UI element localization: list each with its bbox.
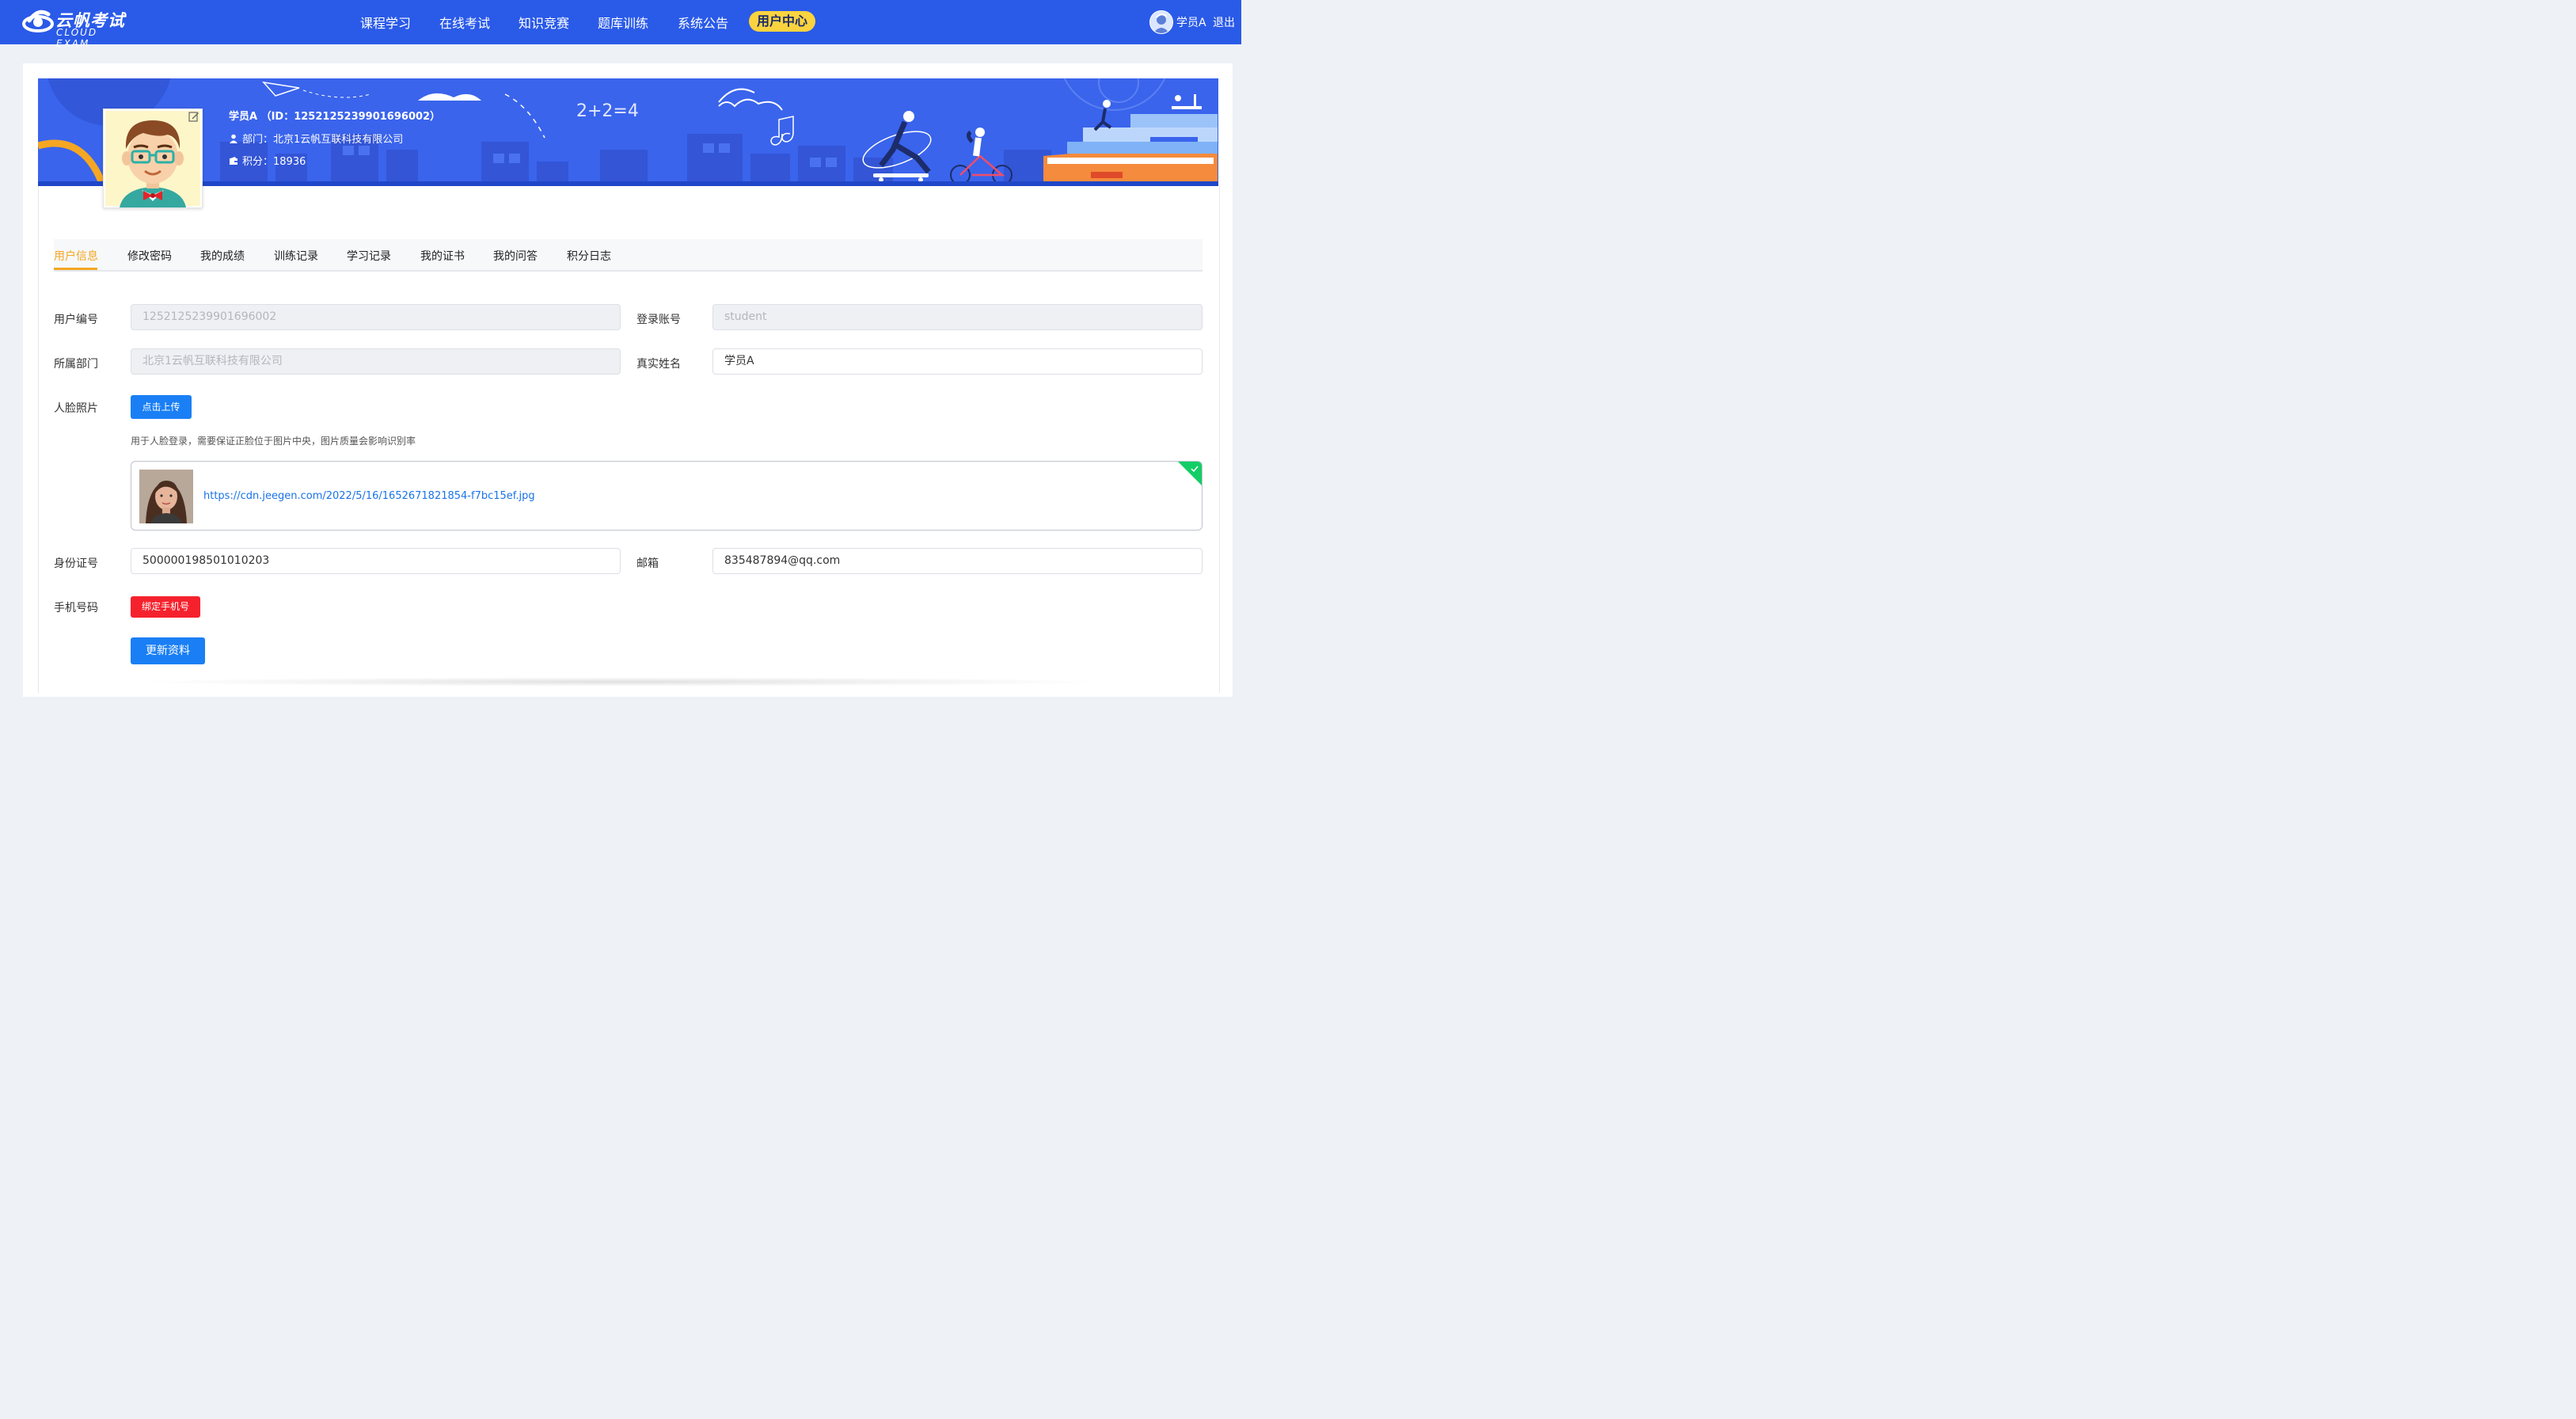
tab-user-info[interactable]: 用户信息 <box>54 248 98 264</box>
tab-points-log[interactable]: 积分日志 <box>567 248 611 264</box>
id-card-input[interactable]: 500000198501010203 <box>131 548 621 574</box>
department-field[interactable]: 北京1云帆互联科技有限公司 <box>131 348 621 375</box>
brand-logo[interactable]: 云帆考试 CLOUD EXAM <box>22 5 133 49</box>
user-id-field[interactable]: 1252125239901696002 <box>131 304 621 330</box>
login-account-field[interactable]: student <box>712 304 1203 330</box>
top-navbar: 云帆考试 CLOUD EXAM 课程学习 在线考试 知识竞赛 题库训练 系统公告… <box>0 0 1241 49</box>
uploaded-file-item[interactable]: https://cdn.jeegen.com/2022/5/16/1652671… <box>131 461 1203 531</box>
cartoon-avatar-icon <box>105 111 200 207</box>
email-label: 邮箱 <box>636 557 659 570</box>
profile-points: 积分：18936 <box>229 153 306 168</box>
nav-item-online-exam[interactable]: 在线考试 <box>439 13 490 32</box>
id-card-label: 身份证号 <box>54 557 98 570</box>
user-avatar[interactable] <box>1149 10 1173 34</box>
face-photo-hint: 用于人脸登录，需要保证正脸位于图片中央，图片质量会影响识别率 <box>131 436 416 447</box>
banner-illustration: 2+2=4 <box>38 78 1218 186</box>
upload-button[interactable]: 点击上传 <box>131 395 192 419</box>
department-label: 所属部门 <box>54 358 98 371</box>
profile-avatar[interactable] <box>103 108 203 208</box>
brand-name-en: CLOUD EXAM <box>56 27 98 49</box>
edit-avatar-icon[interactable] <box>188 111 199 122</box>
real-name-input[interactable]: 学员A <box>712 348 1203 375</box>
profile-department: 部门：北京1云帆互联科技有限公司 <box>229 131 403 146</box>
banner-doodle-text: 2+2=4 <box>576 101 639 121</box>
nav-item-contest[interactable]: 知识竞赛 <box>519 13 569 32</box>
tab-learning-records[interactable]: 学习记录 <box>347 248 391 264</box>
check-icon <box>1191 466 1199 473</box>
wallet-icon <box>230 157 237 165</box>
face-photo-icon <box>139 470 193 523</box>
profile-points-text: 积分：18936 <box>242 156 306 168</box>
user-icon <box>230 134 237 143</box>
login-account-label: 登录账号 <box>636 314 681 326</box>
update-profile-button[interactable]: 更新资料 <box>131 637 205 664</box>
uploaded-file-link[interactable]: https://cdn.jeegen.com/2022/5/16/1652671… <box>203 490 535 502</box>
tab-my-scores[interactable]: 我的成绩 <box>200 248 245 264</box>
phone-label: 手机号码 <box>54 602 98 614</box>
user-name[interactable]: 学员A <box>1176 14 1206 30</box>
nav-item-user-center[interactable]: 用户中心 <box>749 11 816 32</box>
footer-shadow <box>135 677 1108 687</box>
face-photo-label: 人脸照片 <box>54 402 98 415</box>
tab-training-records[interactable]: 训练记录 <box>274 248 318 264</box>
tab-my-certificates[interactable]: 我的证书 <box>420 248 465 264</box>
email-input[interactable]: 835487894@qq.com <box>712 548 1203 574</box>
user-id-label: 用户编号 <box>54 314 98 326</box>
nav-item-announcements[interactable]: 系统公告 <box>678 13 728 32</box>
tab-change-password[interactable]: 修改密码 <box>127 248 172 264</box>
profile-name-id: 学员A （ID：1252125239901696002） <box>229 111 441 123</box>
logo-icon <box>22 10 54 32</box>
active-tab-indicator <box>54 268 97 270</box>
real-name-label: 真实姓名 <box>636 358 681 371</box>
face-thumbnail <box>139 470 193 523</box>
bind-phone-button[interactable]: 绑定手机号 <box>131 596 200 618</box>
nav-item-question-bank[interactable]: 题库训练 <box>598 13 648 32</box>
user-avatar-icon <box>1150 11 1172 33</box>
profile-department-text: 部门：北京1云帆互联科技有限公司 <box>242 134 404 146</box>
nav-item-courses[interactable]: 课程学习 <box>360 13 411 32</box>
logout-link[interactable]: 退出 <box>1213 14 1235 30</box>
tab-my-qa[interactable]: 我的问答 <box>493 248 538 264</box>
profile-banner: 2+2=4 <box>38 78 1218 186</box>
